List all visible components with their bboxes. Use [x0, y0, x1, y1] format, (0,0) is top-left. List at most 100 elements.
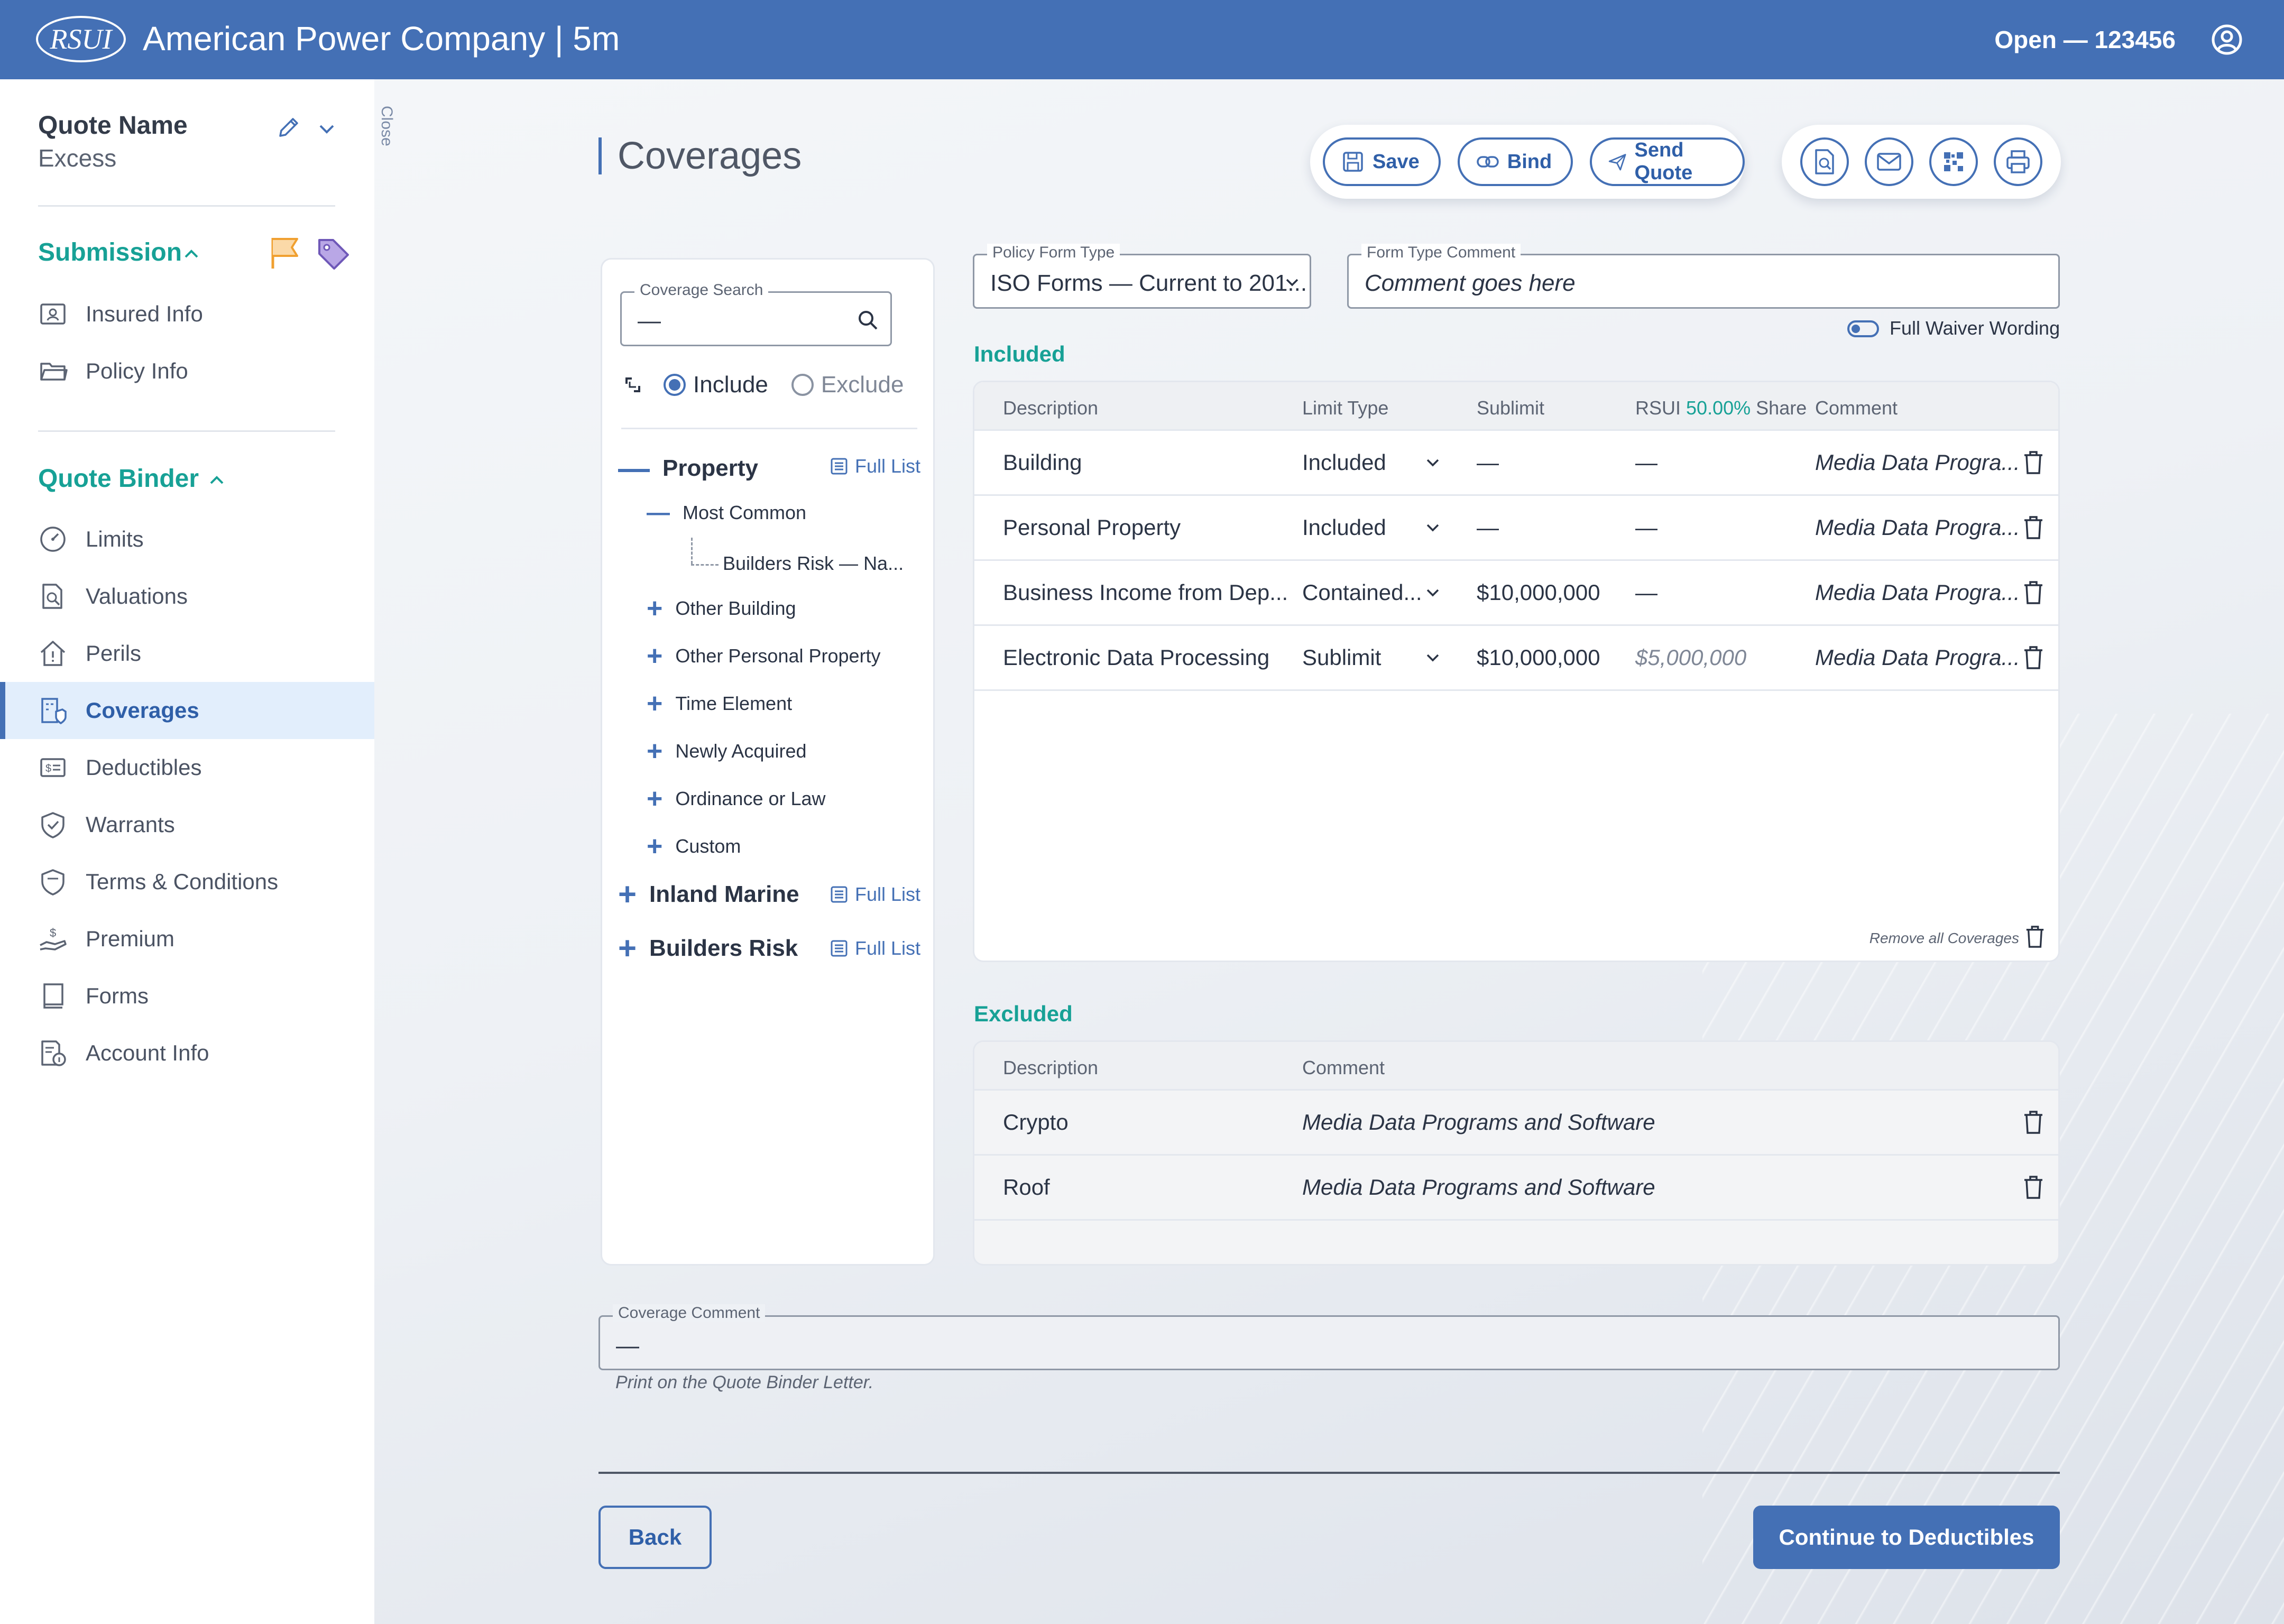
- expand-plus-icon[interactable]: +: [647, 688, 662, 719]
- submission-heading[interactable]: Submission: [38, 238, 182, 267]
- tree-node-time-element[interactable]: + Time Element: [647, 688, 792, 719]
- expand-plus-icon[interactable]: +: [618, 930, 637, 966]
- close-sidebar-tab[interactable]: Close: [377, 106, 395, 146]
- sidebar-item-limits[interactable]: Limits: [0, 511, 374, 568]
- tree-node-custom[interactable]: + Custom: [647, 831, 741, 862]
- trash-icon[interactable]: [2022, 1175, 2044, 1200]
- tree-node-inland-marine[interactable]: + Inland Marine: [618, 876, 799, 912]
- trash-icon[interactable]: [2022, 1110, 2044, 1135]
- cell-sublimit[interactable]: —: [1477, 515, 1499, 540]
- remove-all-coverages-link[interactable]: Remove all Coverages: [1869, 930, 2019, 947]
- tree-node-newly-acquired[interactable]: + Newly Acquired: [647, 735, 807, 767]
- collapse-minus-icon[interactable]: —: [618, 450, 650, 486]
- sidebar-item-perils[interactable]: Perils: [0, 625, 374, 682]
- exclude-label[interactable]: Exclude: [821, 372, 904, 398]
- cell-comment[interactable]: Media Data Progra...: [1815, 580, 2020, 605]
- sidebar-item-policy-info[interactable]: Policy Info: [0, 343, 374, 400]
- sidebar-item-coverages[interactable]: Coverages: [0, 682, 374, 739]
- save-button[interactable]: Save: [1323, 137, 1441, 186]
- trash-icon[interactable]: [2022, 515, 2044, 540]
- pencil-icon[interactable]: [275, 115, 301, 141]
- search-icon[interactable]: [856, 309, 880, 332]
- cell-comment[interactable]: Media Data Progra...: [1815, 515, 2020, 540]
- send-quote-button[interactable]: Send Quote: [1590, 137, 1745, 186]
- sidebar-item-premium[interactable]: $ Premium: [0, 910, 374, 967]
- rsui-logo[interactable]: RSUI: [36, 16, 126, 62]
- tree-node-other-building[interactable]: + Other Building: [647, 593, 796, 624]
- preview-document-button[interactable]: [1800, 137, 1849, 186]
- exclude-radio[interactable]: [791, 374, 814, 396]
- qr-code-button[interactable]: [1929, 137, 1978, 186]
- tree-node-property[interactable]: — Property: [618, 450, 758, 486]
- inland-marine-full-list-link[interactable]: Full List: [830, 883, 920, 906]
- expand-plus-icon[interactable]: +: [647, 783, 662, 815]
- chevron-down-icon[interactable]: [1425, 652, 1441, 663]
- table-row[interactable]: Business Income from Dep... Contained...…: [974, 561, 2058, 626]
- tree-node-other-personal-property[interactable]: + Other Personal Property: [647, 640, 881, 672]
- table-row[interactable]: Electronic Data Processing Sublimit $10,…: [974, 626, 2058, 691]
- form-type-comment-input[interactable]: Comment goes here: [1365, 270, 1576, 297]
- cell-limit-type[interactable]: Included: [1302, 450, 1386, 475]
- policy-form-type-select[interactable]: Policy Form Type ISO Forms — Current to …: [973, 244, 1311, 309]
- trash-icon[interactable]: [2022, 450, 2044, 475]
- expand-plus-icon[interactable]: +: [647, 735, 662, 767]
- back-button[interactable]: Back: [598, 1506, 712, 1569]
- chevron-down-icon[interactable]: [1425, 522, 1441, 533]
- chevron-up-icon[interactable]: [182, 247, 200, 260]
- include-label[interactable]: Include: [693, 372, 768, 398]
- include-radio[interactable]: [664, 374, 686, 396]
- builders-risk-full-list-link[interactable]: Full List: [830, 937, 920, 959]
- sidebar-item-warrants[interactable]: Warrants: [0, 796, 374, 853]
- sidebar-item-insured-info[interactable]: Insured Info: [0, 285, 374, 343]
- sidebar-item-account-info[interactable]: Account Info: [0, 1025, 374, 1082]
- chevron-down-icon[interactable]: [317, 122, 336, 136]
- sidebar-item-deductibles[interactable]: $ Deductibles: [0, 739, 374, 796]
- expand-plus-icon[interactable]: +: [647, 640, 662, 672]
- trash-icon[interactable]: [2022, 645, 2044, 670]
- cell-limit-type[interactable]: Included: [1302, 515, 1386, 540]
- cell-sublimit[interactable]: —: [1477, 450, 1499, 475]
- trash-icon[interactable]: [2024, 925, 2046, 949]
- tree-node-ordinance-or-law[interactable]: + Ordinance or Law: [647, 783, 826, 815]
- cell-comment[interactable]: Media Data Programs and Software: [1302, 1175, 1655, 1200]
- chevron-down-icon[interactable]: [1425, 587, 1441, 598]
- sidebar-item-forms[interactable]: Forms: [0, 967, 374, 1025]
- print-button[interactable]: [1994, 137, 2042, 186]
- property-full-list-link[interactable]: Full List: [830, 455, 920, 477]
- cell-sublimit[interactable]: $10,000,000: [1477, 580, 1600, 605]
- table-row[interactable]: Building Included — — Media Data Progra.…: [974, 431, 2058, 496]
- email-button[interactable]: [1865, 137, 1913, 186]
- sidebar-item-terms-conditions[interactable]: Terms & Conditions: [0, 853, 374, 910]
- collapse-minus-icon[interactable]: —: [647, 500, 670, 526]
- cell-sublimit[interactable]: $10,000,000: [1477, 645, 1600, 670]
- tree-node-builders-risk-na[interactable]: Builders Risk — Na...: [723, 552, 904, 575]
- quote-binder-heading[interactable]: Quote Binder: [38, 464, 199, 493]
- cell-comment[interactable]: Media Data Progra...: [1815, 450, 2020, 475]
- cell-comment[interactable]: Media Data Programs and Software: [1302, 1110, 1655, 1135]
- full-waiver-toggle[interactable]: [1847, 320, 1879, 337]
- tree-node-builders-risk[interactable]: + Builders Risk: [618, 930, 798, 966]
- trash-icon[interactable]: [2022, 580, 2044, 605]
- continue-to-deductibles-button[interactable]: Continue to Deductibles: [1753, 1506, 2060, 1569]
- expand-plus-icon[interactable]: +: [618, 876, 637, 912]
- cell-limit-type[interactable]: Contained...: [1302, 580, 1422, 605]
- form-type-comment-field[interactable]: Form Type Comment Comment goes here: [1347, 244, 2060, 309]
- account-icon[interactable]: [2210, 23, 2244, 57]
- cell-comment[interactable]: Media Data Progra...: [1815, 645, 2020, 670]
- coverage-search-field[interactable]: Coverage Search —: [620, 281, 892, 346]
- bind-button[interactable]: Bind: [1457, 137, 1573, 186]
- expand-plus-icon[interactable]: +: [647, 593, 662, 624]
- chevron-up-icon[interactable]: [208, 474, 226, 486]
- cell-limit-type[interactable]: Sublimit: [1302, 645, 1381, 670]
- flag-icon[interactable]: [269, 236, 301, 271]
- coverage-search-input[interactable]: —: [638, 308, 661, 334]
- table-row[interactable]: Personal Property Included — — Media Dat…: [974, 496, 2058, 561]
- collapse-icon[interactable]: [623, 375, 642, 394]
- table-row[interactable]: Crypto Media Data Programs and Software: [974, 1091, 2058, 1156]
- sidebar-item-valuations[interactable]: Valuations: [0, 568, 374, 625]
- table-row[interactable]: Roof Media Data Programs and Software: [974, 1156, 2058, 1221]
- tree-node-most-common[interactable]: — Most Common: [647, 500, 806, 526]
- chevron-down-icon[interactable]: [1425, 457, 1441, 468]
- coverage-comment-input[interactable]: —: [616, 1333, 639, 1359]
- tag-icon[interactable]: [316, 237, 351, 272]
